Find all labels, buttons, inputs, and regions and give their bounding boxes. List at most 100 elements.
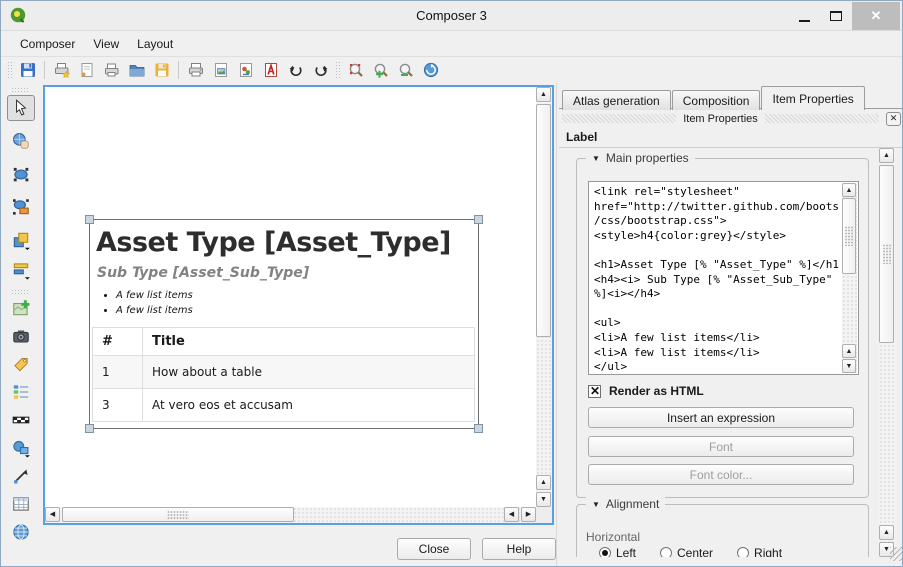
toolbar-handle[interactable] (335, 61, 341, 79)
menu-layout[interactable]: Layout (128, 34, 182, 54)
alignment-header[interactable]: ▼ Alignment (586, 497, 665, 511)
html-source-textedit[interactable]: <link rel="stylesheet" href="http://twit… (588, 181, 859, 375)
label-bullet-list: A few list items A few list items (116, 289, 478, 318)
resize-handle[interactable] (85, 424, 94, 433)
font-color-button[interactable]: Font color... (588, 464, 854, 485)
close-window-button[interactable]: ✕ (852, 2, 900, 30)
duplicate-composition-button[interactable] (99, 59, 124, 81)
vertical-scroll-thumb[interactable] (879, 165, 894, 343)
composition-canvas[interactable]: Asset Type [Asset_Type] Sub Type [Asset_… (43, 85, 554, 525)
horizontal-alignment-options: Left Center Right (599, 546, 782, 557)
undo-icon (287, 61, 305, 79)
maximize-button[interactable] (820, 2, 852, 30)
select-move-item-button[interactable] (7, 95, 35, 121)
ungroup-items-icon (11, 197, 31, 217)
align-center-radio[interactable]: Center (660, 546, 713, 557)
close-button[interactable]: Close (397, 538, 471, 560)
zoom-in-icon (372, 61, 390, 79)
save-as-template-button[interactable] (149, 59, 174, 81)
add-arrow-button[interactable] (7, 463, 35, 489)
vertical-scroll-thumb[interactable] (536, 104, 551, 337)
panel-vertical-scrollbar[interactable]: ▲ ▲ ▼ (879, 148, 895, 557)
print-button[interactable] (183, 59, 208, 81)
item-type-header: Label (559, 127, 903, 148)
help-button[interactable]: Help (482, 538, 556, 560)
add-new-scalebar-button[interactable] (7, 407, 35, 433)
align-selected-items-button[interactable] (7, 257, 35, 283)
scroll-left-button[interactable]: ◀ (504, 507, 519, 522)
title-bar[interactable]: Composer 3 ✕ (1, 1, 902, 31)
export-as-pdf-button[interactable] (258, 59, 283, 81)
resize-handle[interactable] (474, 424, 483, 433)
export-as-svg-button[interactable] (233, 59, 258, 81)
refresh-view-button[interactable] (418, 59, 443, 81)
menu-composer[interactable]: Composer (11, 34, 84, 54)
dock-title-bar[interactable]: Item Properties ✕ (562, 111, 901, 126)
canvas-vertical-scrollbar[interactable]: ▲ ▲ ▼ (536, 87, 552, 507)
undo-button[interactable] (283, 59, 308, 81)
add-new-map-button[interactable] (7, 295, 35, 321)
add-html-frame-button[interactable] (7, 519, 35, 545)
new-composition-button[interactable] (74, 59, 99, 81)
align-left-radio[interactable]: Left (599, 546, 636, 557)
add-basic-shape-button[interactable] (7, 435, 35, 461)
load-from-template-button[interactable] (124, 59, 149, 81)
resize-handle[interactable] (474, 215, 483, 224)
tab-composition[interactable]: Composition (672, 90, 761, 110)
horizontal-scroll-thumb[interactable] (62, 507, 294, 522)
refresh-view-icon (422, 61, 440, 79)
scroll-up-button[interactable]: ▲ (536, 475, 551, 490)
add-attribute-table-button[interactable] (7, 491, 35, 517)
scroll-down-button[interactable]: ▼ (536, 492, 551, 507)
canvas-horizontal-scrollbar[interactable]: ◀ ◀ ▶ (45, 507, 536, 523)
new-composition-icon (78, 61, 96, 79)
insert-expression-button[interactable]: Insert an expression (588, 407, 854, 428)
font-button[interactable]: Font (588, 436, 854, 457)
tab-item-properties[interactable]: Item Properties (761, 86, 864, 110)
textedit-vertical-scrollbar[interactable]: ▲ ▲ ▼ (842, 183, 857, 373)
main-properties-header[interactable]: ▼ Main properties (586, 151, 695, 165)
render-as-html-label: Render as HTML (609, 384, 704, 398)
resize-grip[interactable] (890, 547, 903, 561)
toolbar-separator (178, 61, 179, 79)
html-source-text[interactable]: <link rel="stylesheet" href="http://twit… (594, 185, 839, 372)
scroll-down-button[interactable]: ▼ (842, 359, 856, 373)
redo-button[interactable] (308, 59, 333, 81)
zoom-full-button[interactable] (343, 59, 368, 81)
raise-selected-items-button[interactable] (7, 227, 35, 253)
export-as-image-button[interactable] (208, 59, 233, 81)
composition-manager-button[interactable] (49, 59, 74, 81)
toolbar-handle[interactable] (7, 61, 13, 79)
resize-handle[interactable] (85, 215, 94, 224)
main-toolbar (1, 57, 902, 83)
save-project-button[interactable] (15, 59, 40, 81)
tab-atlas-generation[interactable]: Atlas generation (562, 90, 671, 110)
move-item-content-button[interactable] (7, 128, 35, 154)
scroll-up-button[interactable]: ▲ (536, 87, 551, 102)
panel-splitter[interactable] (556, 83, 557, 566)
redo-icon (312, 61, 330, 79)
scroll-up-button[interactable]: ▲ (879, 525, 894, 540)
scroll-up-button[interactable]: ▲ (879, 148, 894, 163)
add-image-button[interactable] (7, 323, 35, 349)
minimize-button[interactable] (788, 2, 820, 30)
align-right-radio[interactable]: Right (737, 546, 782, 557)
menu-view[interactable]: View (84, 34, 128, 54)
add-new-legend-button[interactable] (7, 379, 35, 405)
vertical-scroll-thumb[interactable] (842, 198, 856, 274)
scroll-up-button[interactable]: ▲ (842, 344, 856, 358)
label-item[interactable]: Asset Type [Asset_Type] Sub Type [Asset_… (89, 219, 479, 429)
scroll-up-button[interactable]: ▲ (842, 183, 856, 197)
ungroup-items-button[interactable] (7, 194, 35, 220)
add-label-icon (11, 354, 31, 374)
zoom-in-button[interactable] (368, 59, 393, 81)
group-items-button[interactable] (7, 161, 35, 187)
zoom-out-button[interactable] (393, 59, 418, 81)
scroll-right-button[interactable]: ▶ (521, 507, 536, 522)
table-cell: At vero eos et accusam (143, 389, 475, 422)
toolbar-handle[interactable] (11, 87, 29, 93)
render-as-html-checkbox[interactable]: ✕ (588, 385, 601, 398)
scroll-left-button[interactable]: ◀ (45, 507, 60, 522)
add-label-button[interactable] (7, 351, 35, 377)
dock-close-button[interactable]: ✕ (886, 112, 901, 126)
